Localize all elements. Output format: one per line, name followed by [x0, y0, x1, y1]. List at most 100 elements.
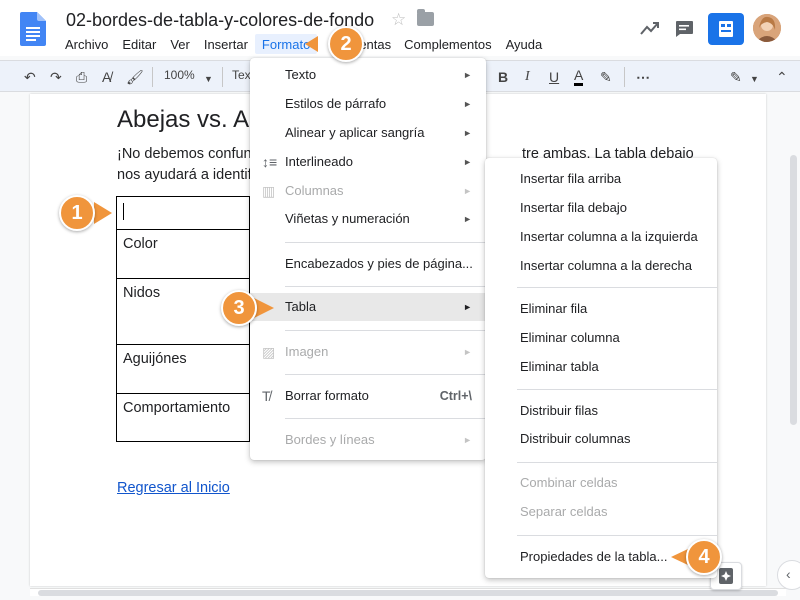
meet-present-button[interactable]: [708, 13, 744, 45]
horizontal-scrollbar-thumb[interactable]: [38, 590, 778, 596]
activity-trend-icon[interactable]: [640, 20, 660, 36]
menu-item-encabezados[interactable]: Encabezados y pies de página...: [250, 250, 486, 278]
toolbar-divider: [222, 67, 223, 87]
editing-mode-icon[interactable]: ✎: [730, 68, 742, 86]
menu-separator: [517, 287, 717, 288]
back-to-home-link[interactable]: Regresar al Inicio: [117, 480, 230, 496]
side-panel-toggle[interactable]: ‹: [777, 560, 800, 590]
menu-item-bordes: Bordes y líneas ►: [250, 426, 486, 454]
columns-icon: ▥: [262, 183, 276, 199]
redo-icon[interactable]: ↷: [50, 68, 62, 86]
collapse-toolbar-icon[interactable]: ⌃: [776, 68, 788, 86]
submenu-arrow-icon: ►: [463, 157, 472, 167]
menu-bar: Archivo Editar Ver Insertar Formato enta…: [58, 34, 549, 54]
menu-separator: [285, 242, 486, 243]
menu-separator: [517, 535, 717, 536]
menu-item-borrar-formato[interactable]: T̸ Borrar formato Ctrl+\: [250, 382, 486, 410]
avatar-photo-icon: [753, 14, 781, 42]
body-text-line[interactable]: ¡No debemos confun: [117, 146, 252, 162]
menu-ver[interactable]: Ver: [163, 34, 197, 54]
user-avatar[interactable]: [753, 14, 781, 42]
docs-logo-icon[interactable]: [20, 12, 46, 46]
menu-insertar[interactable]: Insertar: [197, 34, 255, 54]
bold-icon[interactable]: B: [498, 68, 508, 86]
table-cell[interactable]: Aguijónes: [117, 344, 251, 393]
meet-icon: [719, 21, 733, 37]
menu-item-label: Imagen: [285, 344, 329, 359]
folder-icon[interactable]: [417, 9, 434, 26]
menu-item-label: Estilos de párrafo: [285, 96, 387, 111]
spellcheck-icon[interactable]: A̸: [102, 68, 111, 86]
submenu-arrow-icon: ►: [463, 435, 472, 445]
menu-item-distribute-columns[interactable]: Distribuir columnas: [485, 425, 717, 453]
underline-icon[interactable]: U: [549, 68, 559, 86]
menu-item-texto[interactable]: Texto ►: [250, 61, 486, 89]
toolbar-divider: [624, 67, 625, 87]
document-heading[interactable]: Abejas vs. A: [117, 106, 249, 134]
undo-icon[interactable]: ↶: [24, 68, 36, 86]
menu-item-shortcut: Ctrl+\: [439, 389, 472, 403]
print-icon[interactable]: ⎙: [76, 68, 87, 86]
submenu-arrow-icon: ►: [463, 128, 472, 138]
menu-formato[interactable]: Formato: [254, 34, 318, 54]
line-spacing-icon: ↕≡: [262, 154, 278, 170]
menu-item-label: Interlineado: [285, 154, 353, 169]
document-title[interactable]: 02-bordes-de-tabla-y-colores-de-fondo: [66, 10, 374, 31]
menu-item-label: Borrar formato: [285, 388, 369, 403]
menu-item-label: Eliminar fila: [520, 301, 588, 316]
menu-item-delete-row[interactable]: Eliminar fila: [485, 295, 717, 323]
vertical-scrollbar-thumb[interactable]: [790, 155, 797, 425]
menu-separator: [285, 374, 486, 375]
highlight-icon[interactable]: ✎: [600, 68, 612, 86]
menu-item-insert-col-right[interactable]: Insertar columna a la derecha: [485, 252, 717, 280]
menu-ayuda[interactable]: Ayuda: [499, 34, 550, 54]
menu-item-label: Eliminar columna: [520, 330, 620, 345]
body-text-line[interactable]: nos ayudará a identif: [117, 167, 252, 183]
callout-4: 4: [686, 539, 722, 575]
menu-separator: [517, 462, 717, 463]
menu-item-table-properties[interactable]: Propiedades de la tabla...: [485, 543, 717, 571]
table-cell[interactable]: [117, 196, 251, 229]
menu-item-alinear[interactable]: Alinear y aplicar sangría ►: [250, 119, 486, 147]
submenu-arrow-icon: ►: [463, 347, 472, 357]
menu-item-imagen: ▨ Imagen ►: [250, 338, 486, 366]
menu-complementos[interactable]: Complementos: [397, 34, 498, 54]
menu-item-split-cells: Separar celdas: [485, 498, 717, 526]
menu-item-tabla[interactable]: Tabla ►: [250, 293, 486, 321]
menu-item-label: Insertar fila arriba: [520, 171, 622, 186]
table-cell[interactable]: Color: [117, 229, 251, 278]
editing-mode-chevron-icon[interactable]: ▼: [750, 70, 759, 88]
menu-item-label: Viñetas y numeración: [285, 211, 410, 226]
menu-item-label: Insertar columna a la izquierda: [520, 229, 698, 244]
menu-item-insert-col-left[interactable]: Insertar columna a la izquierda: [485, 223, 717, 251]
menu-item-interlineado[interactable]: ↕≡ Interlineado ►: [250, 148, 486, 176]
menu-item-label: Eliminar tabla: [520, 359, 599, 374]
menu-item-delete-column[interactable]: Eliminar columna: [485, 324, 717, 352]
text-color-icon[interactable]: A: [574, 68, 584, 86]
paragraph-style-select[interactable]: Tex: [232, 68, 251, 82]
menu-item-insert-row-below[interactable]: Insertar fila debajo: [485, 194, 717, 222]
star-icon[interactable]: ☆: [391, 10, 406, 30]
menu-separator: [285, 286, 486, 287]
zoom-chevron-icon[interactable]: ▼: [204, 70, 213, 88]
menu-item-vinetas[interactable]: Viñetas y numeración ►: [250, 205, 486, 233]
menu-item-insert-row-above[interactable]: Insertar fila arriba: [485, 165, 717, 193]
menu-item-estilos[interactable]: Estilos de párrafo ►: [250, 90, 486, 118]
menu-item-delete-table[interactable]: Eliminar tabla: [485, 353, 717, 381]
menu-item-distribute-rows[interactable]: Distribuir filas: [485, 397, 717, 425]
table-cell[interactable]: Comportamiento: [117, 393, 251, 442]
italic-icon[interactable]: I: [525, 68, 530, 86]
menu-item-label: Distribuir filas: [520, 403, 599, 418]
menu-editar[interactable]: Editar: [115, 34, 163, 54]
image-icon: ▨: [262, 344, 276, 360]
menu-archivo[interactable]: Archivo: [58, 34, 115, 54]
menu-item-label: Combinar celdas: [520, 475, 618, 490]
zoom-select[interactable]: 100%: [164, 68, 195, 82]
more-options-icon[interactable]: ⋯: [636, 68, 650, 86]
paint-format-icon[interactable]: 🖌: [126, 68, 144, 86]
menu-item-label: Insertar columna a la derecha: [520, 258, 692, 273]
comment-icon[interactable]: [674, 20, 694, 38]
format-menu: Texto ► Estilos de párrafo ► Alinear y a…: [250, 58, 486, 460]
clear-format-icon: T̸: [262, 388, 271, 404]
menu-item-label: Tabla: [285, 299, 317, 314]
